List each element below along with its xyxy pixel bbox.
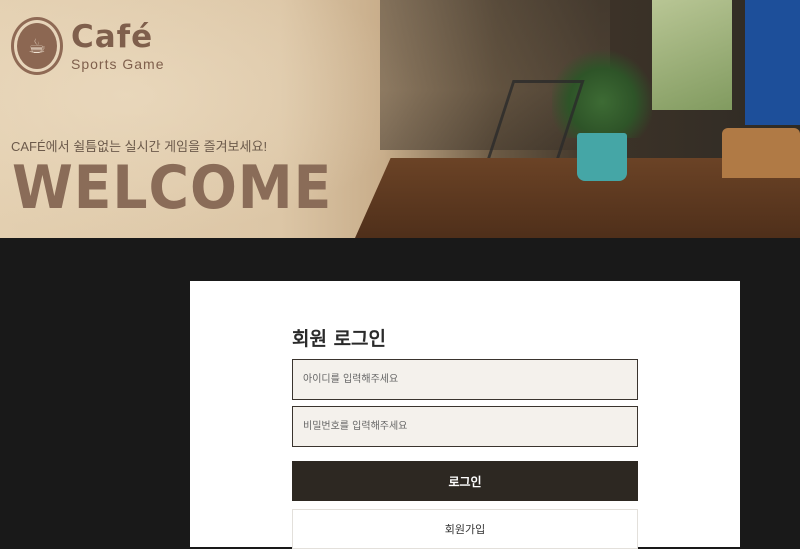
password-input[interactable] — [292, 406, 638, 447]
logo-title: Café — [71, 18, 154, 55]
login-card: 회원 로그인 로그인 회원가입 — [190, 281, 740, 549]
logo-badge: ☕ — [11, 17, 63, 75]
chair-photo — [722, 128, 800, 178]
logo-subtitle: Sports Game — [71, 55, 165, 72]
signup-button[interactable]: 회원가입 — [292, 509, 638, 549]
coffee-cup-icon: ☕ — [17, 23, 57, 69]
hero-headline: WELCOME — [12, 153, 333, 223]
login-button[interactable]: 로그인 — [292, 461, 638, 501]
wall-poster-photo — [652, 0, 732, 110]
login-title: 회원 로그인 — [292, 328, 387, 350]
logo-text: Café Sports Game — [71, 21, 164, 72]
site-logo[interactable]: ☕ Café Sports Game — [11, 17, 164, 75]
id-input[interactable] — [292, 359, 638, 400]
blue-banner-photo — [745, 0, 800, 125]
hero-banner: ☕ Café Sports Game CAFÉ에서 쉴틈없는 실시간 게임을 즐… — [0, 0, 800, 238]
plant-pot-photo — [577, 133, 627, 181]
